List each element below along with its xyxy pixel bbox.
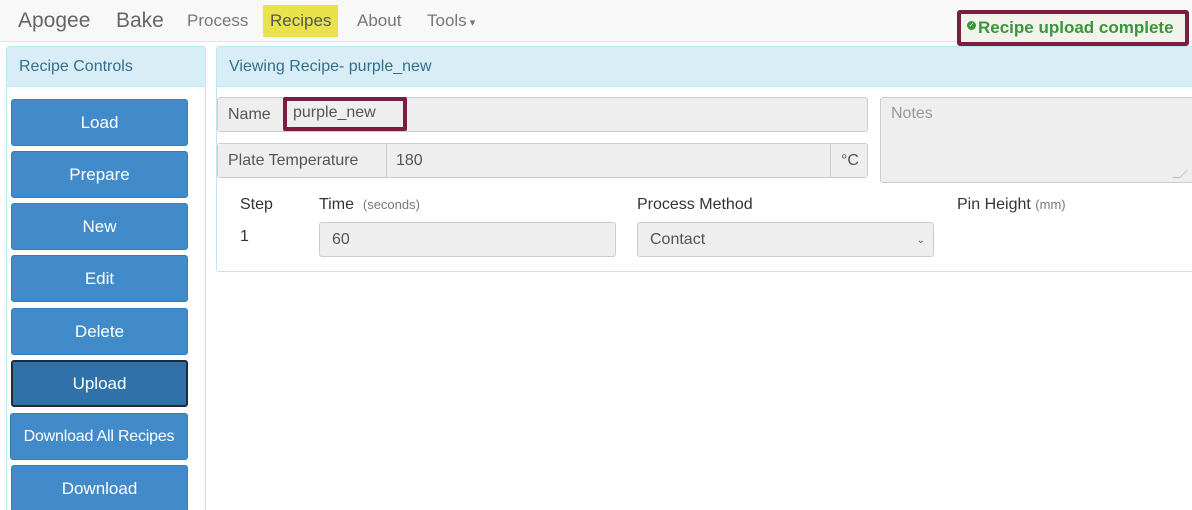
nav-about[interactable]: About [350,5,408,37]
pin-height-column-label: Pin Height (mm) [957,196,1066,214]
delete-button[interactable]: Delete [11,308,188,355]
time-column-label: Time (seconds) [319,196,420,214]
nav-tools[interactable]: Tools ▾ [420,5,482,37]
process-method-column-label: Process Method [637,196,753,213]
status-message: ✓ Recipe upload complete [957,10,1189,46]
name-label: Name [218,98,281,131]
pin-label-text: Pin Height [957,196,1031,213]
time-label-text: Time [319,196,354,213]
new-button[interactable]: New [11,203,188,250]
nav-process[interactable]: Process [180,5,255,37]
recipe-controls-title: Recipe Controls [7,47,205,87]
plate-temperature-unit: °C [830,144,867,177]
process-method-select[interactable]: Contact ⌄ [637,222,934,257]
notes-textarea[interactable]: Notes [880,97,1192,183]
process-method-value: Contact [650,231,706,248]
nav-recipes[interactable]: Recipes [263,5,339,37]
brand-bake[interactable]: Bake [116,9,164,33]
plate-temperature-field[interactable]: 180 [386,144,831,177]
plate-temperature-label: Plate Temperature [218,144,369,177]
upload-button[interactable]: Upload [11,360,188,407]
download-all-recipes-button[interactable]: Download All Recipes [10,413,188,460]
step-number: 1 [240,228,249,245]
edit-button[interactable]: Edit [11,255,188,302]
nav-tools-label: Tools [427,11,467,30]
check-circle-icon: ✓ [967,21,976,30]
time-input[interactable]: 60 [319,222,616,257]
prepare-button[interactable]: Prepare [11,151,188,198]
download-button[interactable]: Download [11,465,188,510]
chevron-down-icon: ⌄ [916,235,925,246]
load-button[interactable]: Load [11,99,188,146]
brand-apogee[interactable]: Apogee [18,9,90,33]
status-text: Recipe upload complete [978,18,1174,37]
recipe-view-title: Viewing Recipe- purple_new [217,47,1192,87]
step-column-label: Step [240,196,273,213]
plate-temperature-group: Plate Temperature 180 °C [217,143,868,178]
name-value: purple_new [293,104,376,121]
caret-down-icon: ▾ [469,17,476,29]
time-unit: (seconds) [362,197,420,212]
pin-unit: (mm) [1035,197,1066,212]
